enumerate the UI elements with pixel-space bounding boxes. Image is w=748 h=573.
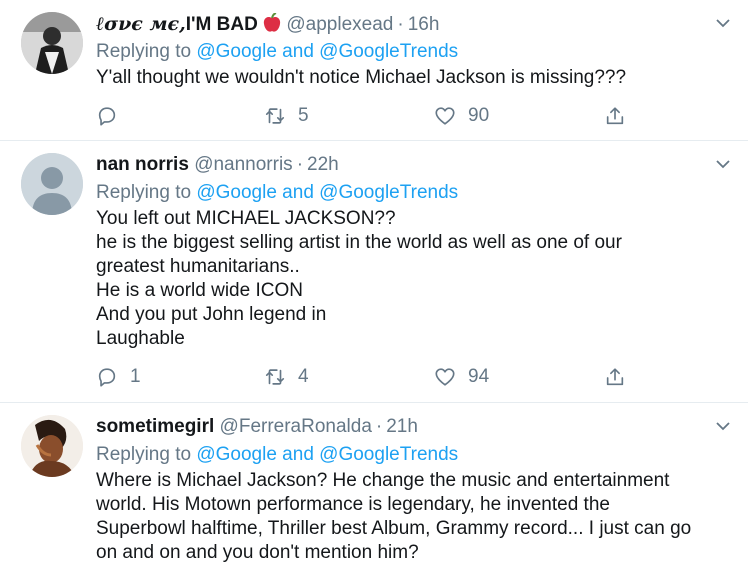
tweet-1[interactable]: ℓσνє мє,I'M BAD @applexead · 16h Replying … xyxy=(0,0,748,141)
replying-to-label: Replying to xyxy=(96,41,197,62)
tweet-text: Where is Michael Jackson? He change the … xyxy=(96,469,736,565)
reply-button[interactable] xyxy=(96,104,130,128)
display-name-suffix[interactable]: I'M BAD xyxy=(186,14,258,35)
mention-and: and xyxy=(276,444,320,465)
retweet-count: 4 xyxy=(298,366,309,387)
tweet-line: on and on and you don't mention him? xyxy=(96,542,419,563)
replying-to: Replying to @Google and @GoogleTrends xyxy=(96,181,458,205)
separator: · xyxy=(397,14,404,35)
tweet-header: sometimegirl @FerreraRonalda · 21h xyxy=(96,415,418,439)
tweet-text: Y'all thought we wouldn't notice Michael… xyxy=(96,66,736,90)
tweet-line: Superbowl halftime, Thriller best Album,… xyxy=(96,518,692,539)
timestamp[interactable]: 16h xyxy=(408,14,440,35)
mention-link[interactable]: @GoogleTrends xyxy=(319,41,458,62)
retweet-button[interactable]: 4 xyxy=(264,365,309,389)
chevron-down-icon[interactable] xyxy=(714,155,732,173)
avatar[interactable] xyxy=(21,415,83,477)
retweet-count: 5 xyxy=(298,105,309,126)
mention-link[interactable]: @Google xyxy=(196,182,277,203)
tweet-header: nan norris @nannorris · 22h xyxy=(96,153,339,177)
share-button[interactable] xyxy=(604,104,626,128)
retweet-icon xyxy=(265,369,285,385)
heart-icon xyxy=(435,368,455,386)
mention-link[interactable]: @GoogleTrends xyxy=(319,444,458,465)
display-name[interactable]: sometimegirl xyxy=(96,416,214,437)
tweet-actions: 5 90 xyxy=(96,104,636,128)
tweet-line: he is the biggest selling artist in the … xyxy=(96,232,622,253)
chevron-down-icon[interactable] xyxy=(714,417,732,435)
user-handle[interactable]: @FerreraRonalda xyxy=(220,416,372,437)
replying-to-label: Replying to xyxy=(96,182,197,203)
reply-count: 1 xyxy=(130,366,141,387)
chevron-down-icon[interactable] xyxy=(714,14,732,32)
tweet-line: And you put John legend in xyxy=(96,304,327,325)
timestamp[interactable]: 22h xyxy=(307,154,339,175)
tweet-line: He is a world wide ICON xyxy=(96,280,303,301)
retweet-button[interactable]: 5 xyxy=(264,104,309,128)
share-button[interactable] xyxy=(604,365,626,389)
replying-to-label: Replying to xyxy=(96,444,197,465)
heart-icon xyxy=(435,107,455,125)
mention-link[interactable]: @Google xyxy=(196,41,277,62)
mention-and: and xyxy=(276,41,320,62)
tweet-2[interactable]: nan norris @nannorris · 22h Replying to @G… xyxy=(0,141,748,403)
share-icon xyxy=(606,107,624,125)
apple-icon xyxy=(263,12,281,40)
replying-to: Replying to @Google and @GoogleTrends xyxy=(96,443,458,467)
mention-link[interactable]: @GoogleTrends xyxy=(319,182,458,203)
tweet-actions: 1 4 94 xyxy=(96,365,636,389)
timestamp[interactable]: 21h xyxy=(386,416,418,437)
display-name[interactable]: ℓσνє мє, xyxy=(96,13,186,35)
tweet-line: greatest humanitarians.. xyxy=(96,256,300,277)
mention-and: and xyxy=(276,182,320,203)
avatar[interactable] xyxy=(21,12,83,74)
tweet-header: ℓσνє мє,I'M BAD @applexead · 16h xyxy=(96,12,439,40)
user-handle[interactable]: @nannorris xyxy=(194,154,293,175)
tweet-line: Laughable xyxy=(96,328,185,349)
retweet-icon xyxy=(265,108,285,124)
separator: · xyxy=(375,416,383,437)
like-button[interactable]: 90 xyxy=(434,104,489,128)
mention-link[interactable]: @Google xyxy=(196,444,277,465)
reply-button[interactable]: 1 xyxy=(96,365,141,389)
like-count: 90 xyxy=(468,105,490,126)
avatar[interactable] xyxy=(21,153,83,215)
like-count: 94 xyxy=(468,366,490,387)
like-button[interactable]: 94 xyxy=(434,365,489,389)
tweet-line: world. His Motown performance is legenda… xyxy=(96,494,610,515)
tweet-line: Where is Michael Jackson? He change the … xyxy=(96,470,670,491)
tweet-3[interactable]: sometimegirl @FerreraRonalda · 21h Replyin… xyxy=(0,403,748,573)
tweet-text: You left out MICHAEL JACKSON?? he is the… xyxy=(96,207,736,351)
user-handle[interactable]: @applexead xyxy=(286,14,393,35)
reply-icon xyxy=(98,107,116,126)
share-icon xyxy=(606,368,624,386)
separator: · xyxy=(296,154,304,175)
tweet-line: Y'all thought we wouldn't notice Michael… xyxy=(96,67,627,88)
display-name[interactable]: nan norris xyxy=(96,154,189,175)
reply-icon xyxy=(98,368,116,387)
replying-to: Replying to @Google and @GoogleTrends xyxy=(96,40,458,64)
tweet-line: You left out MICHAEL JACKSON?? xyxy=(96,208,396,229)
